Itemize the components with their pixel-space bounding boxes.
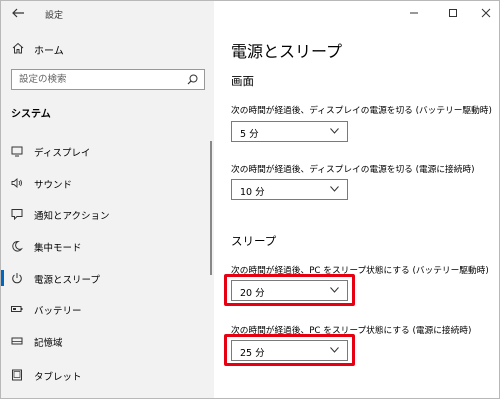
close-button[interactable] (477, 5, 495, 19)
sidebar-item-label: 集中モード (34, 243, 82, 254)
sidebar-item-storage[interactable]: 記憶域 (1, 330, 214, 352)
notification-icon (11, 209, 23, 220)
screen-group-title: 画面 (231, 74, 254, 88)
app-title: 設定 (45, 11, 64, 21)
chevron-down-icon (330, 128, 339, 134)
display-off-plugged-dropdown[interactable]: 10 分 (231, 179, 348, 200)
search-input[interactable] (12, 70, 182, 89)
main-content: 電源とスリープ 画面 次の時間が経過後、ディスプレイの電源を切る (バッテリー駆… (214, 1, 499, 398)
maximize-icon (449, 9, 457, 17)
storage-icon (11, 337, 23, 345)
chevron-down-icon (330, 186, 339, 192)
sidebar-item-label: サウンド (34, 180, 73, 191)
sleep-battery-dropdown[interactable]: 20 分 (231, 280, 348, 301)
dropdown-value: 10 分 (240, 187, 265, 198)
chevron-down-icon (330, 287, 339, 293)
search-box[interactable] (11, 69, 205, 90)
home-icon (12, 42, 24, 54)
speaker-icon (11, 178, 22, 188)
back-button[interactable] (11, 6, 27, 22)
moon-icon (12, 240, 23, 252)
minimize-icon (410, 12, 418, 14)
selection-indicator (1, 270, 4, 286)
power-icon (12, 273, 22, 284)
section-heading: システム (11, 109, 51, 120)
battery-icon (11, 306, 23, 312)
chevron-down-icon (330, 347, 339, 353)
sidebar-item-label: ディスプレイ (34, 148, 91, 159)
home-label: ホーム (34, 46, 64, 57)
sidebar-item-home[interactable]: ホーム (1, 39, 214, 59)
dropdown-value: 25 分 (240, 348, 265, 359)
maximize-button[interactable] (444, 5, 462, 19)
sidebar-item-label: タブレット (34, 372, 82, 383)
back-arrow-icon (12, 8, 24, 18)
display-off-plugged-label: 次の時間が経過後、ディスプレイの電源を切る (電源に接続時) (231, 165, 475, 175)
sleep-plugged-dropdown[interactable]: 25 分 (231, 340, 348, 361)
sidebar-item-label: バッテリー (34, 306, 82, 317)
sidebar-item-battery[interactable]: バッテリー (1, 298, 214, 320)
minimize-button[interactable] (405, 5, 423, 19)
sidebar-item-focus[interactable]: 集中モード (1, 235, 214, 257)
settings-window: 設定 ホーム システム ディスプレイ (0, 0, 500, 399)
sidebar-item-label: 電源とスリープ (34, 275, 100, 286)
display-off-battery-dropdown[interactable]: 5 分 (231, 121, 348, 142)
page-title: 電源とスリープ (231, 42, 343, 61)
sidebar-item-label: 通知とアクション (34, 211, 110, 222)
close-icon (481, 8, 491, 18)
sidebar-item-sound[interactable]: サウンド (1, 172, 214, 194)
dropdown-value: 5 分 (240, 129, 259, 140)
sidebar-item-label: 記憶域 (34, 338, 63, 349)
sidebar-item-display[interactable]: ディスプレイ (1, 140, 214, 162)
sleep-group-title: スリープ (231, 234, 277, 248)
sidebar: 設定 ホーム システム ディスプレイ (1, 1, 214, 398)
dropdown-value: 20 分 (240, 288, 265, 299)
search-icon[interactable] (187, 74, 198, 85)
tablet-icon (12, 369, 22, 381)
sidebar-item-notifications[interactable]: 通知とアクション (1, 203, 214, 225)
sidebar-item-power-sleep[interactable]: 電源とスリープ (1, 267, 214, 289)
monitor-icon (11, 146, 23, 157)
display-off-battery-label: 次の時間が経過後、ディスプレイの電源を切る (バッテリー駆動時) (231, 106, 492, 116)
sidebar-item-tablet[interactable]: タブレット (1, 364, 214, 386)
sidebar-scrollbar[interactable] (210, 141, 212, 275)
title-bar-left: 設定 (1, 1, 214, 27)
